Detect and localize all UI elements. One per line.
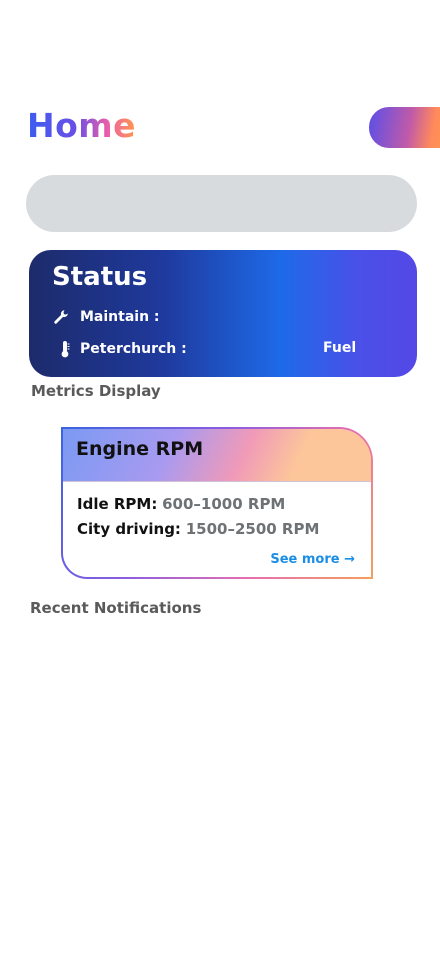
metric-key: Idle RPM: xyxy=(77,495,158,513)
metric-value: 1500–2500 RPM xyxy=(185,520,320,538)
location-row: Peterchurch : xyxy=(56,340,187,358)
wrench-icon xyxy=(52,308,70,326)
location-label: Peterchurch : xyxy=(80,341,187,357)
metric-card-header: Engine RPM xyxy=(63,429,371,482)
thermometer-icon xyxy=(56,340,74,358)
metric-value: 600–1000 RPM xyxy=(162,495,286,513)
metric-title: Engine RPM xyxy=(76,438,204,460)
fuel-label: Fuel xyxy=(323,340,357,356)
maintain-label: Maintain : xyxy=(80,309,160,325)
metric-row: Idle RPM: 600–1000 RPM xyxy=(77,495,285,513)
maintain-row: Maintain : xyxy=(52,308,160,326)
page-title: Home xyxy=(27,104,136,148)
see-more-link[interactable]: See more → xyxy=(270,552,355,567)
metric-key: City driving: xyxy=(77,520,181,538)
metric-row: City driving: 1500–2500 RPM xyxy=(77,520,319,538)
metrics-section-label: Metrics Display xyxy=(31,382,161,400)
status-card[interactable]: Status Maintain : Peterchurch : Fuel xyxy=(29,250,417,377)
profile-button[interactable] xyxy=(369,107,440,148)
notifications-section-label: Recent Notifications xyxy=(30,599,202,617)
search-input[interactable] xyxy=(26,175,417,232)
engine-rpm-card[interactable]: Engine RPM Idle RPM: 600–1000 RPM City d… xyxy=(61,427,373,579)
status-title: Status xyxy=(52,262,148,292)
